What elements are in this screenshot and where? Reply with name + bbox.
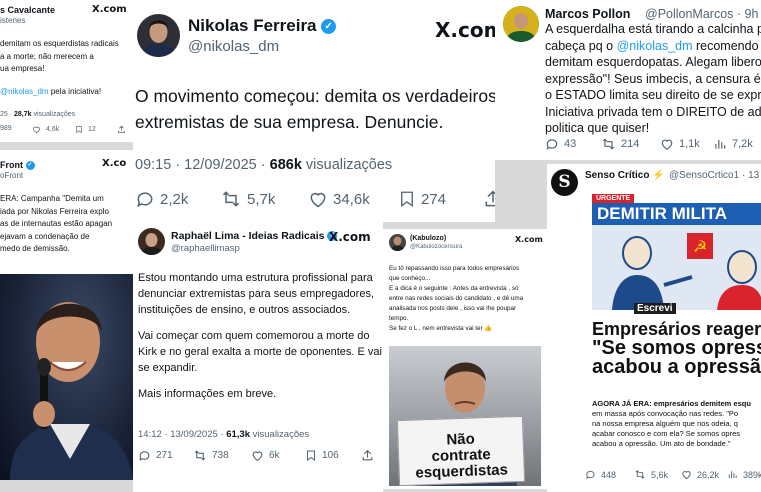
x-logo: X.com: [329, 230, 371, 244]
tweet-body: demitam os esquerdistas radicais a a mor…: [0, 39, 119, 96]
reply-button[interactable]: 43: [545, 137, 576, 151]
tweet-card-senso-critico: S Senso Crítico ⚡ @SensoCrtico1 · 13 URG…: [547, 164, 761, 492]
mention-link[interactable]: @nikolas_dm: [617, 39, 693, 53]
x-logo: X.com: [435, 18, 495, 42]
tweet-author-handle[interactable]: oFront: [0, 171, 23, 180]
retweet-icon: [194, 450, 206, 461]
tweet-author-handle[interactable]: @SensoCrtico1 · 13: [669, 170, 759, 181]
mention-link[interactable]: @nikolas_dm: [0, 87, 49, 96]
avatar[interactable]: [389, 234, 406, 251]
svg-text:☭: ☭: [693, 237, 707, 256]
urgent-label: URGENTE: [592, 194, 635, 203]
retweet-icon: [602, 138, 615, 150]
tweet-author-handle[interactable]: @Kabulozocensura: [410, 244, 462, 250]
image-headline: Empresários reager "Se somos opresso aca…: [592, 319, 761, 378]
x-logo: X.com: [515, 235, 543, 244]
retweet-button[interactable]: 989: [0, 125, 12, 132]
tweet-author-name[interactable]: Front ✓: [0, 160, 35, 171]
tweet-body: Estou montando uma estrutura profissiona…: [138, 272, 382, 400]
retweet-button[interactable]: 214: [601, 137, 639, 151]
views-icon: [728, 471, 737, 479]
tweet-image: URGENTE DEMITIR MILITA ☭ Escrevi Empresá…: [584, 187, 761, 462]
views-button[interactable]: 7,2k: [713, 137, 753, 151]
heart-icon: [310, 192, 326, 208]
bookmark-icon: [401, 191, 413, 208]
bookmark-button[interactable]: 274: [398, 189, 446, 209]
tweet-body: Eu tô repassando isso para todos empresá…: [389, 265, 524, 332]
avatar[interactable]: [138, 228, 165, 255]
retweet-button[interactable]: 738: [193, 449, 229, 462]
tweet-meta: 25 · 28,7k visualizações: [0, 111, 76, 118]
tweet-card-raphael: Raphaël Lima - Ideias Radicais ✓ @raphae…: [133, 222, 383, 492]
tweet-author-handle[interactable]: @nikolas_dm: [188, 38, 279, 55]
share-icon[interactable]: [361, 449, 374, 462]
tweet-author-name[interactable]: s Cavalcante: [0, 5, 55, 15]
cartoon-illustration: ☭: [592, 225, 761, 310]
like-button[interactable]: 1,1k: [660, 137, 700, 151]
heart-icon: [661, 139, 673, 150]
tweet-author-handle[interactable]: @PollonMarcos · 9h: [645, 7, 758, 21]
bookmark-icon: [307, 450, 315, 461]
tweet-body: A esquerdalha está tirando a calcinha p …: [545, 22, 761, 135]
tweet-body: ERA: Campanha "Demita um iada por Nikola…: [0, 194, 113, 253]
tweet-body: O movimento começou: demita os verdadeir…: [135, 86, 495, 132]
share-icon[interactable]: [483, 189, 495, 209]
tweet-photo: [0, 274, 133, 480]
bookmark-button[interactable]: 106: [305, 449, 339, 462]
heart-icon: [33, 126, 40, 134]
tweet-author-name[interactable]: (Kabulozo): [410, 235, 446, 242]
heart-icon: [252, 451, 263, 462]
banner-headline: DEMITIR MILITA: [592, 203, 761, 225]
image-caption: AGORA JÁ ERA: empresários demitem esqu e…: [592, 399, 751, 448]
verified-badge-icon: ✓: [321, 19, 337, 35]
tweet-card-cavalcante: s Cavalcante istenes X.com demitam os es…: [0, 0, 133, 142]
speaker-with-microphone-image: [10, 302, 133, 480]
x-logo: X.co: [102, 158, 127, 169]
reply-button[interactable]: 271: [138, 449, 173, 462]
tweet-author-name[interactable]: Senso Crítico ⚡: [585, 170, 665, 181]
retweet-icon: [222, 191, 240, 207]
reply-button[interactable]: 448: [585, 469, 616, 480]
like-button[interactable]: 6k: [251, 449, 280, 462]
tweet-card-kabulozo: (Kabulozo) @Kabulozocensura X.com Eu tô …: [383, 229, 547, 489]
retweet-button[interactable]: 5,7k: [220, 189, 275, 209]
tweet-author-name[interactable]: Nikolas Ferreira ✓: [188, 16, 337, 36]
brand-logo: Escrevi: [634, 303, 676, 314]
reply-icon: [139, 451, 150, 461]
tweet-meta: 14:12 · 13/09/2025 · 61,3k visualizações: [138, 429, 310, 440]
heart-icon: [682, 471, 691, 480]
verified-badge-icon: ✓: [25, 161, 35, 171]
tweet-author-name[interactable]: Raphaël Lima - Ideias Radicais ✓: [171, 230, 338, 242]
avatar[interactable]: [137, 14, 180, 57]
retweet-icon: [635, 470, 645, 479]
bookmark-icon: [76, 126, 82, 134]
like-button[interactable]: 4,6k: [32, 125, 59, 134]
tweet-card-front: Front ✓ oFront X.co ERA: Campanha "Demit…: [0, 150, 133, 480]
retweet-button[interactable]: 5,6k: [634, 469, 668, 480]
like-button[interactable]: 26,2k: [681, 469, 719, 480]
views-icon: [715, 139, 726, 149]
tweet-author-name[interactable]: Marcos Pollon: [545, 7, 630, 21]
bookmark-button[interactable]: 12: [75, 125, 96, 134]
like-button[interactable]: 34,6k: [308, 189, 370, 209]
views-button[interactable]: 389k: [727, 469, 761, 480]
tweet-card-pollon: Marcos Pollon @PollonMarcos · 9h A esque…: [495, 0, 761, 160]
reply-icon: [546, 139, 558, 150]
x-logo: X.com: [92, 4, 127, 15]
reply-icon: [137, 192, 153, 208]
tweet-photo: Não contrate esquerdistas: [389, 346, 541, 486]
tweet-card-nikolas: Nikolas Ferreira ✓ @nikolas_dm X.com O m…: [133, 0, 495, 222]
avatar[interactable]: [503, 6, 539, 42]
protest-sign: Não contrate esquerdistas: [396, 415, 526, 486]
tweet-author-handle[interactable]: istenes: [0, 16, 25, 25]
tweet-meta: 09:15 · 12/09/2025 · 686k visualizações: [135, 157, 393, 173]
tweet-author-handle[interactable]: @raphaellimasp: [171, 243, 240, 254]
share-icon[interactable]: [117, 125, 126, 134]
reply-icon: [586, 470, 595, 480]
avatar[interactable]: S: [551, 169, 578, 196]
reply-button[interactable]: 2,2k: [135, 189, 188, 209]
